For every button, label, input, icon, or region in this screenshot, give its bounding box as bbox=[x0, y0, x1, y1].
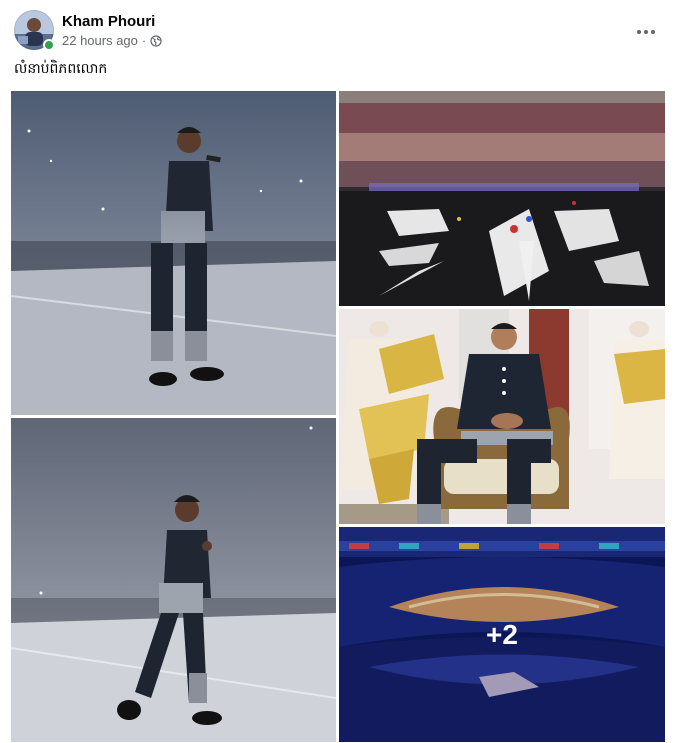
more-photos-overlay[interactable]: +2 bbox=[339, 527, 665, 742]
photo-tile-stadium-fireworks[interactable]: +2 bbox=[339, 527, 665, 742]
photo-tile-stadium-stage[interactable] bbox=[339, 91, 665, 306]
more-options-icon[interactable] bbox=[628, 14, 664, 50]
post-header: Kham Phouri 22 hours ago · bbox=[14, 10, 664, 54]
globe-icon[interactable] bbox=[150, 34, 162, 47]
post-time[interactable]: 22 hours ago bbox=[62, 33, 138, 48]
online-status-indicator bbox=[43, 39, 55, 51]
author-name[interactable]: Kham Phouri bbox=[62, 13, 155, 30]
photo-tile-performer-singing[interactable] bbox=[11, 91, 336, 415]
post-meta: 22 hours ago · bbox=[62, 33, 162, 48]
post-caption: លំនាប់ពិភពលោក bbox=[14, 61, 108, 77]
photo-tile-seated-man[interactable] bbox=[339, 309, 665, 524]
photo-tile-performer-walking[interactable] bbox=[11, 418, 336, 742]
meta-separator: · bbox=[141, 33, 147, 48]
photo-gallery: +2 bbox=[11, 91, 665, 742]
more-photos-count: +2 bbox=[486, 618, 518, 650]
